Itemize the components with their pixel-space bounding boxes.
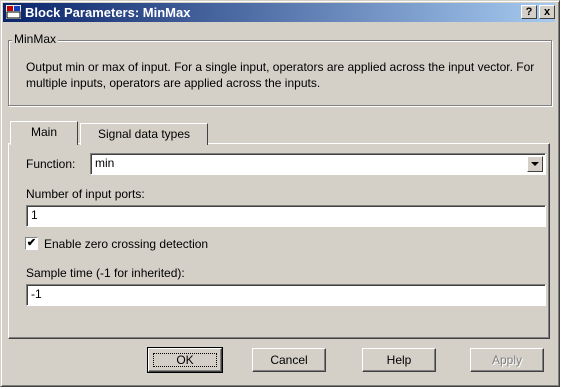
title-help-button[interactable]: ?: [521, 5, 537, 19]
focus-ring: [153, 353, 217, 367]
sample-time-field[interactable]: -1: [26, 284, 546, 306]
cancel-button[interactable]: Cancel: [252, 348, 326, 372]
title-close-button[interactable]: x: [539, 5, 555, 19]
simulink-block-icon: [6, 5, 21, 19]
function-label: Function:: [26, 157, 76, 171]
function-select[interactable]: min: [90, 153, 546, 175]
sample-time-label: Sample time (-1 for inherited):: [26, 266, 185, 280]
group-title: MinMax: [12, 32, 59, 46]
input-ports-field[interactable]: 1: [26, 205, 546, 227]
block-description: Output min or max of input. For a single…: [26, 60, 535, 90]
title-bar[interactable]: Block Parameters: MinMax ? x: [3, 3, 555, 22]
help-button[interactable]: Help: [362, 348, 436, 372]
ok-button[interactable]: OK: [147, 347, 223, 373]
tab-signal-data-types[interactable]: Signal data types: [80, 123, 208, 145]
tab-main[interactable]: Main: [10, 121, 78, 145]
apply-button[interactable]: Apply: [470, 348, 544, 372]
function-value: min: [95, 156, 115, 170]
input-ports-label: Number of input ports:: [26, 187, 145, 201]
zero-crossing-label[interactable]: Enable zero crossing detection: [44, 237, 208, 251]
zero-crossing-checkbox[interactable]: ✔: [25, 237, 38, 250]
window-title: Block Parameters: MinMax: [25, 5, 191, 20]
chevron-down-icon[interactable]: [527, 156, 543, 172]
